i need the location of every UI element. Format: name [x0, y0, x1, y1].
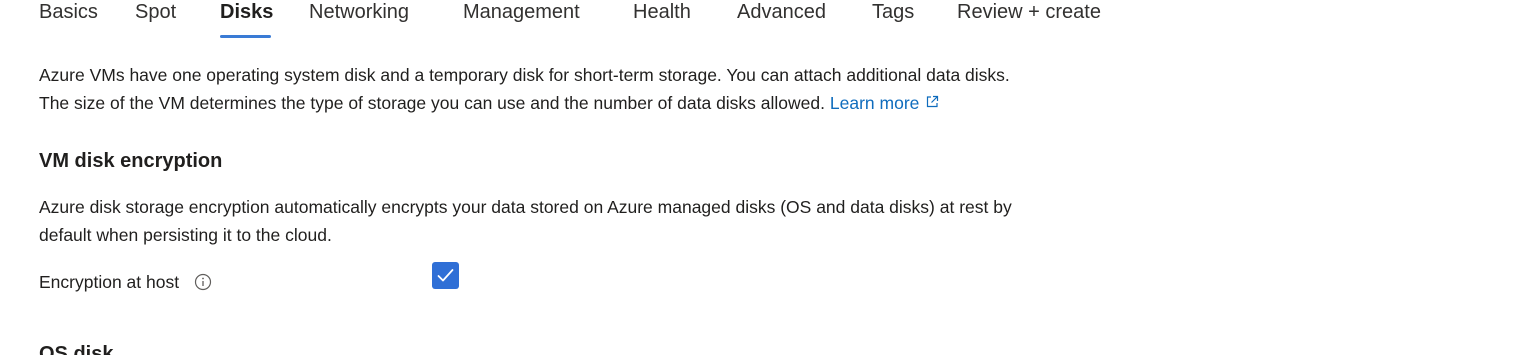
tab-management[interactable]: Management [463, 0, 580, 24]
active-tab-indicator [220, 35, 271, 38]
intro-line-2-text: The size of the VM determines the type o… [39, 93, 826, 113]
tab-spot[interactable]: Spot [135, 0, 176, 24]
encryption-at-host-checkbox[interactable] [432, 262, 459, 289]
tab-health[interactable]: Health [633, 0, 691, 24]
intro-line-2: The size of the VM determines the type o… [39, 89, 1219, 117]
learn-more-link[interactable]: Learn more [830, 93, 940, 113]
checkmark-icon [437, 269, 454, 282]
intro-line-1: Azure VMs have one operating system disk… [39, 65, 1010, 85]
info-icon[interactable] [194, 273, 212, 291]
tab-advanced[interactable]: Advanced [737, 0, 826, 24]
encryption-desc-line-2: default when persisting it to the cloud. [39, 225, 332, 245]
tab-networking[interactable]: Networking [309, 0, 409, 24]
external-link-icon [925, 89, 939, 108]
tab-review-create[interactable]: Review + create [957, 0, 1101, 24]
wizard-tabs: Basics Spot Disks Networking Management … [0, 0, 1536, 40]
os-disk-heading: OS disk [39, 343, 114, 355]
create-vm-disks-page: Basics Spot Disks Networking Management … [0, 0, 1536, 355]
intro-text: Azure VMs have one operating system disk… [39, 61, 1219, 117]
tab-disks[interactable]: Disks [220, 0, 273, 24]
encryption-desc-line-1: Azure disk storage encryption automatica… [39, 197, 1012, 217]
vm-disk-encryption-heading: VM disk encryption [39, 150, 223, 172]
encryption-at-host-label: Encryption at host [39, 272, 180, 292]
encryption-at-host-row: Encryption at host [39, 270, 212, 294]
tab-basics[interactable]: Basics [39, 0, 98, 24]
encryption-description: Azure disk storage encryption automatica… [39, 193, 1219, 249]
learn-more-label: Learn more [829, 93, 920, 113]
tab-tags[interactable]: Tags [872, 0, 914, 24]
